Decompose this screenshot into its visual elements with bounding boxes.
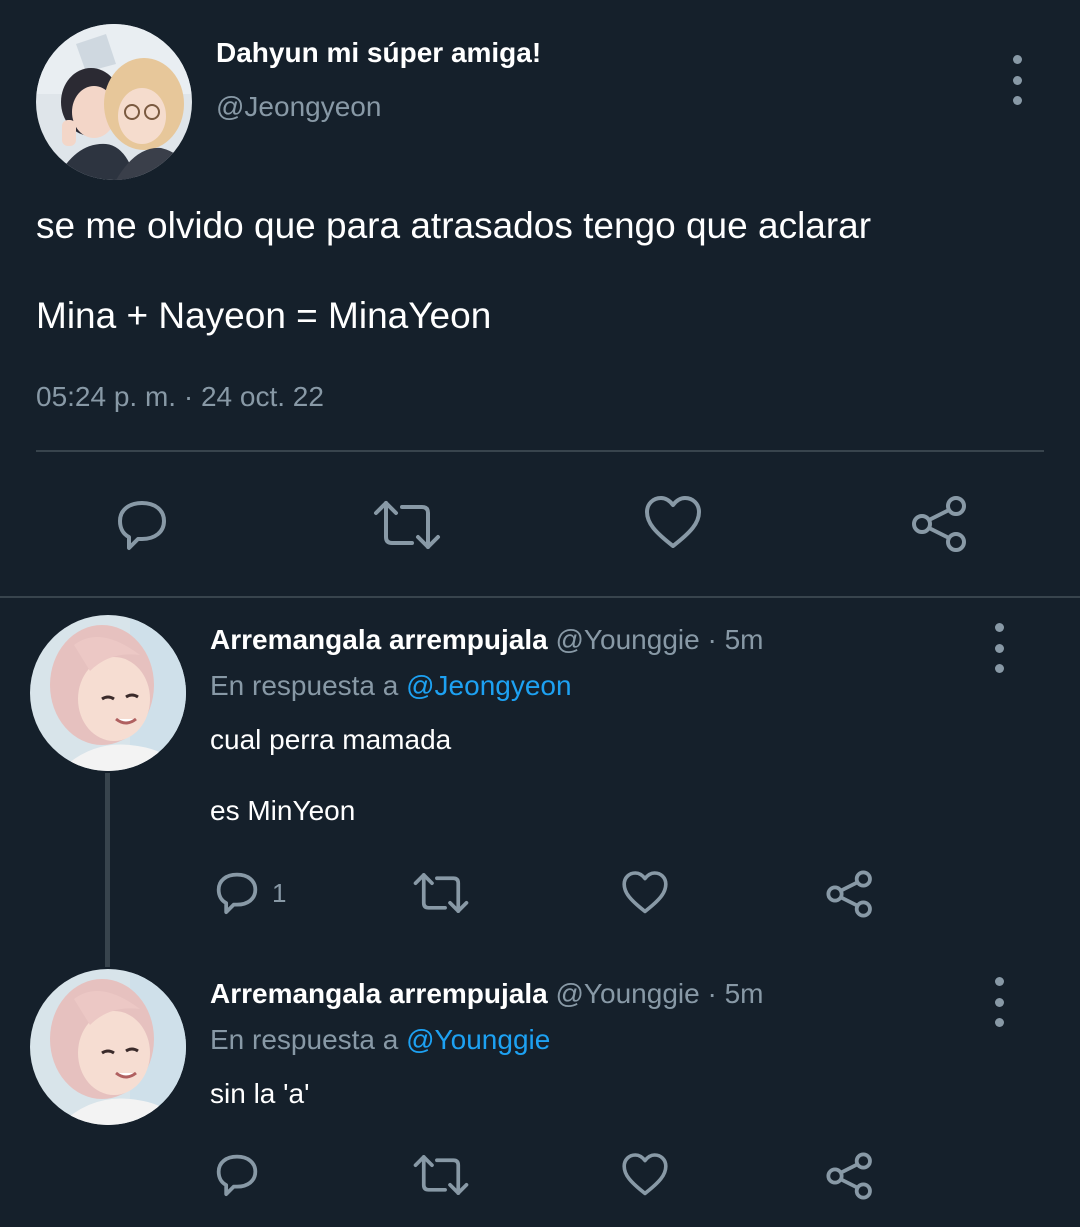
heart-icon	[622, 871, 668, 914]
reply-handle[interactable]: @Younggie	[556, 978, 700, 1009]
retweet-icon	[413, 873, 469, 913]
reply-reply-button[interactable]	[212, 1150, 262, 1200]
main-handle[interactable]: @Jeongyeon	[216, 91, 381, 123]
reply-text-line1: cual perra mamada	[210, 724, 452, 755]
share-icon	[826, 1152, 872, 1200]
reply-text-line1: sin la 'a'	[210, 1078, 310, 1109]
main-divider	[36, 450, 1044, 452]
reply-header: Arremangala arrempujala @Younggie · 5m	[210, 978, 763, 1010]
reply-share-button[interactable]	[825, 869, 875, 919]
main-reply-button[interactable]	[112, 495, 172, 555]
reply-more-options-icon[interactable]	[984, 977, 1014, 1027]
main-display-name[interactable]: Dahyun mi súper amiga!	[216, 37, 541, 69]
reply-icon	[216, 1154, 258, 1197]
reply-text-line2: es MinYeon	[210, 795, 356, 826]
reply-context-prefix: En respuesta a	[210, 1024, 407, 1055]
main-share-button[interactable]	[910, 494, 970, 554]
main-retweet-button[interactable]	[372, 497, 442, 553]
reply-context: En respuesta a @Jeongyeon	[210, 670, 572, 702]
reply-icon	[118, 501, 166, 550]
reply-icon	[216, 872, 258, 915]
reply-context-mention[interactable]: @Jeongyeon	[406, 670, 571, 701]
main-tweet-text-line2: Mina + Nayeon = MinaYeon	[36, 295, 492, 336]
reply-reply-count: 1	[272, 878, 287, 908]
reply-like-button[interactable]	[621, 869, 669, 917]
reply-avatar[interactable]	[30, 969, 186, 1125]
reply-like-button[interactable]	[621, 1151, 669, 1199]
reply-retweet-button[interactable]	[412, 1152, 470, 1198]
reply-context: En respuesta a @Younggie	[210, 1024, 550, 1056]
main-tweet-text-line1: se me olvido que para atrasados tengo qu…	[36, 205, 872, 246]
reply-context-prefix: En respuesta a	[210, 670, 407, 701]
heart-icon	[645, 496, 701, 548]
share-icon	[912, 496, 966, 552]
reply-reply-button[interactable]	[212, 868, 262, 918]
reply-retweet-button[interactable]	[412, 870, 470, 916]
reply-handle[interactable]: @Younggie	[556, 624, 700, 655]
reply-time: · 5m	[699, 624, 764, 655]
retweet-icon	[413, 1155, 469, 1195]
share-icon	[826, 870, 872, 918]
reply-display-name[interactable]: Arremangala arrempujala	[210, 978, 548, 1009]
reply-time: · 5m	[699, 978, 764, 1009]
retweet-icon	[374, 501, 440, 549]
main-more-options-icon[interactable]	[1002, 55, 1032, 105]
reply-header: Arremangala arrempujala @Younggie · 5m	[210, 624, 763, 656]
reply-display-name[interactable]: Arremangala arrempujala	[210, 624, 548, 655]
reply-share-button[interactable]	[825, 1151, 875, 1201]
section-divider	[0, 596, 1080, 598]
main-avatar[interactable]	[36, 24, 192, 180]
reply-context-mention[interactable]: @Younggie	[406, 1024, 550, 1055]
thread-line	[105, 773, 110, 967]
main-like-button[interactable]	[643, 494, 703, 552]
heart-icon	[622, 1153, 668, 1196]
reply-avatar[interactable]	[30, 615, 186, 771]
reply-more-options-icon[interactable]	[984, 623, 1014, 673]
main-timestamp[interactable]: 05:24 p. m. · 24 oct. 22	[36, 381, 324, 413]
